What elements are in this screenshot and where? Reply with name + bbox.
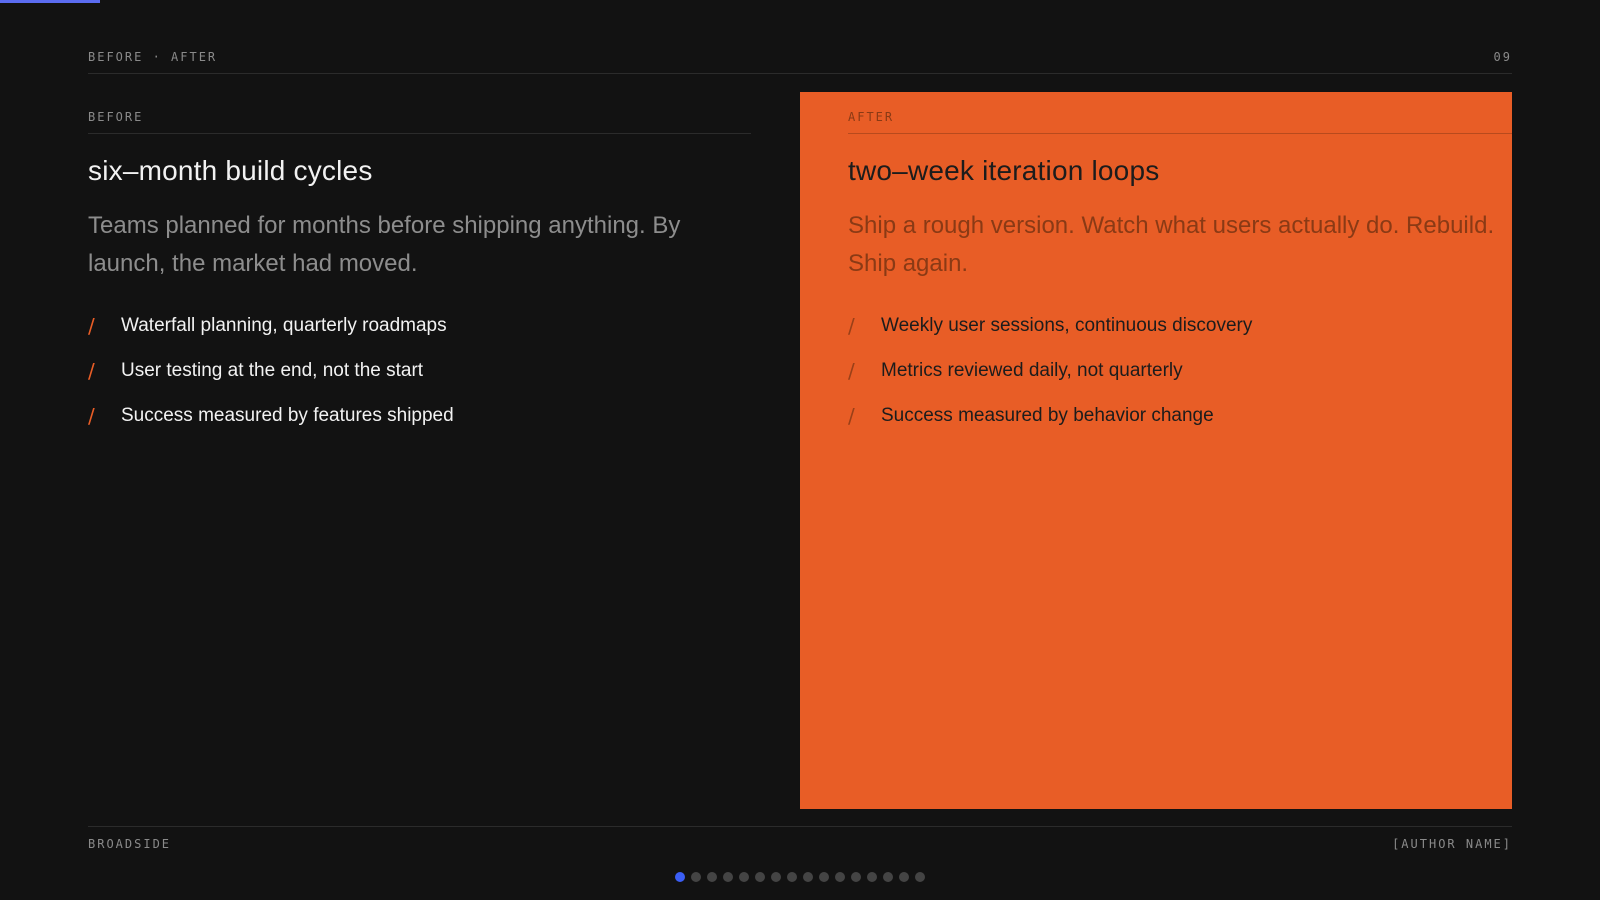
slash-icon: /	[848, 313, 855, 338]
slash-icon: /	[88, 313, 95, 338]
pagination-dot[interactable]	[755, 872, 765, 882]
list-item: / Metrics reviewed daily, not quarterly	[848, 348, 1512, 393]
list-item: / Success measured by features shipped	[88, 393, 751, 438]
slide-number: 09	[1493, 50, 1512, 64]
pagination-dot[interactable]	[915, 872, 925, 882]
after-description: Ship a rough version. Watch what users a…	[848, 212, 1495, 277]
brand-name: BROADSIDE	[88, 837, 172, 851]
bullet-text: Waterfall planning, quarterly roadmaps	[121, 314, 447, 336]
pagination-dot[interactable]	[867, 872, 877, 882]
pagination-dot[interactable]	[803, 872, 813, 882]
pagination-dot[interactable]	[835, 872, 845, 882]
before-description: Teams planned for months before shipping…	[88, 212, 681, 277]
pagination-dot[interactable]	[787, 872, 797, 882]
bullet-text: Metrics reviewed daily, not quarterly	[881, 359, 1183, 381]
section-label: BEFORE · AFTER	[88, 50, 218, 64]
slash-icon: /	[88, 358, 95, 383]
after-panel: AFTER two–week iteration loops Ship a ro…	[800, 92, 1512, 809]
list-item: / Success measured by behavior change	[848, 393, 1512, 438]
pagination-dot[interactable]	[691, 872, 701, 882]
before-title: six–month build cycles	[88, 155, 373, 186]
list-item: / User testing at the end, not the start	[88, 348, 751, 393]
bullet-text: Success measured by features shipped	[121, 404, 454, 426]
pagination-dot[interactable]	[899, 872, 909, 882]
pagination-dot[interactable]	[883, 872, 893, 882]
pagination-dot[interactable]	[819, 872, 829, 882]
before-bullet-list: / Waterfall planning, quarterly roadmaps…	[88, 303, 751, 438]
pagination-dot[interactable]	[723, 872, 733, 882]
before-label: BEFORE	[88, 92, 751, 134]
after-bullet-list: / Weekly user sessions, continuous disco…	[848, 303, 1512, 438]
author-name: [AUTHOR NAME]	[1392, 837, 1512, 851]
pagination-dots	[0, 872, 1600, 882]
after-title: two–week iteration loops	[848, 155, 1160, 186]
pagination-dot[interactable]	[707, 872, 717, 882]
list-item: / Weekly user sessions, continuous disco…	[848, 303, 1512, 348]
slash-icon: /	[88, 403, 95, 428]
pagination-dot[interactable]	[851, 872, 861, 882]
slash-icon: /	[848, 403, 855, 428]
after-label: AFTER	[848, 92, 1512, 134]
bullet-text: Weekly user sessions, continuous discove…	[881, 314, 1253, 336]
pagination-dot[interactable]	[739, 872, 749, 882]
slide-footer: BROADSIDE [AUTHOR NAME]	[88, 826, 1512, 851]
before-panel: BEFORE six–month build cycles Teams plan…	[88, 92, 751, 809]
list-item: / Waterfall planning, quarterly roadmaps	[88, 303, 751, 348]
pagination-dot[interactable]	[771, 872, 781, 882]
slide-header: BEFORE · AFTER 09	[88, 44, 1512, 74]
bullet-text: Success measured by behavior change	[881, 404, 1214, 426]
progress-bar	[0, 0, 100, 3]
bullet-text: User testing at the end, not the start	[121, 359, 424, 381]
slash-icon: /	[848, 358, 855, 383]
pagination-dot[interactable]	[675, 872, 685, 882]
